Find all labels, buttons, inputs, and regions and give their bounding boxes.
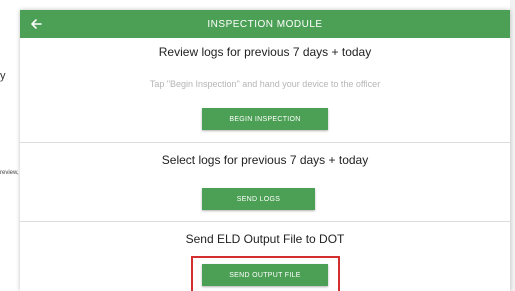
dialog-header: INSPECTION MODULE [20, 10, 510, 38]
review-logs-section: Review logs for previous 7 days + today … [20, 38, 510, 143]
background-text-fragment: y [0, 70, 6, 82]
back-button[interactable] [26, 14, 46, 34]
begin-inspection-instruction: Tap "Begin Inspection" and hand your dev… [149, 79, 381, 89]
output-file-section: Send ELD Output File to DOT SEND OUTPUT … [20, 222, 510, 291]
select-logs-section: Select logs for previous 7 days + today … [20, 143, 510, 222]
inspection-module-dialog: INSPECTION MODULE Review logs for previo… [20, 10, 510, 291]
output-file-title: Send ELD Output File to DOT [185, 232, 345, 246]
review-logs-title: Review logs for previous 7 days + today [158, 45, 372, 59]
begin-inspection-button[interactable]: BEGIN INSPECTION [202, 108, 328, 130]
arrow-left-icon [31, 19, 42, 29]
dialog-title: INSPECTION MODULE [207, 18, 323, 30]
send-output-file-button[interactable]: SEND OUTPUT FILE [202, 264, 328, 286]
select-logs-title: Select logs for previous 7 days + today [161, 153, 369, 167]
send-logs-button[interactable]: SEND LOGS [202, 188, 315, 210]
background-right-strip [510, 0, 515, 291]
